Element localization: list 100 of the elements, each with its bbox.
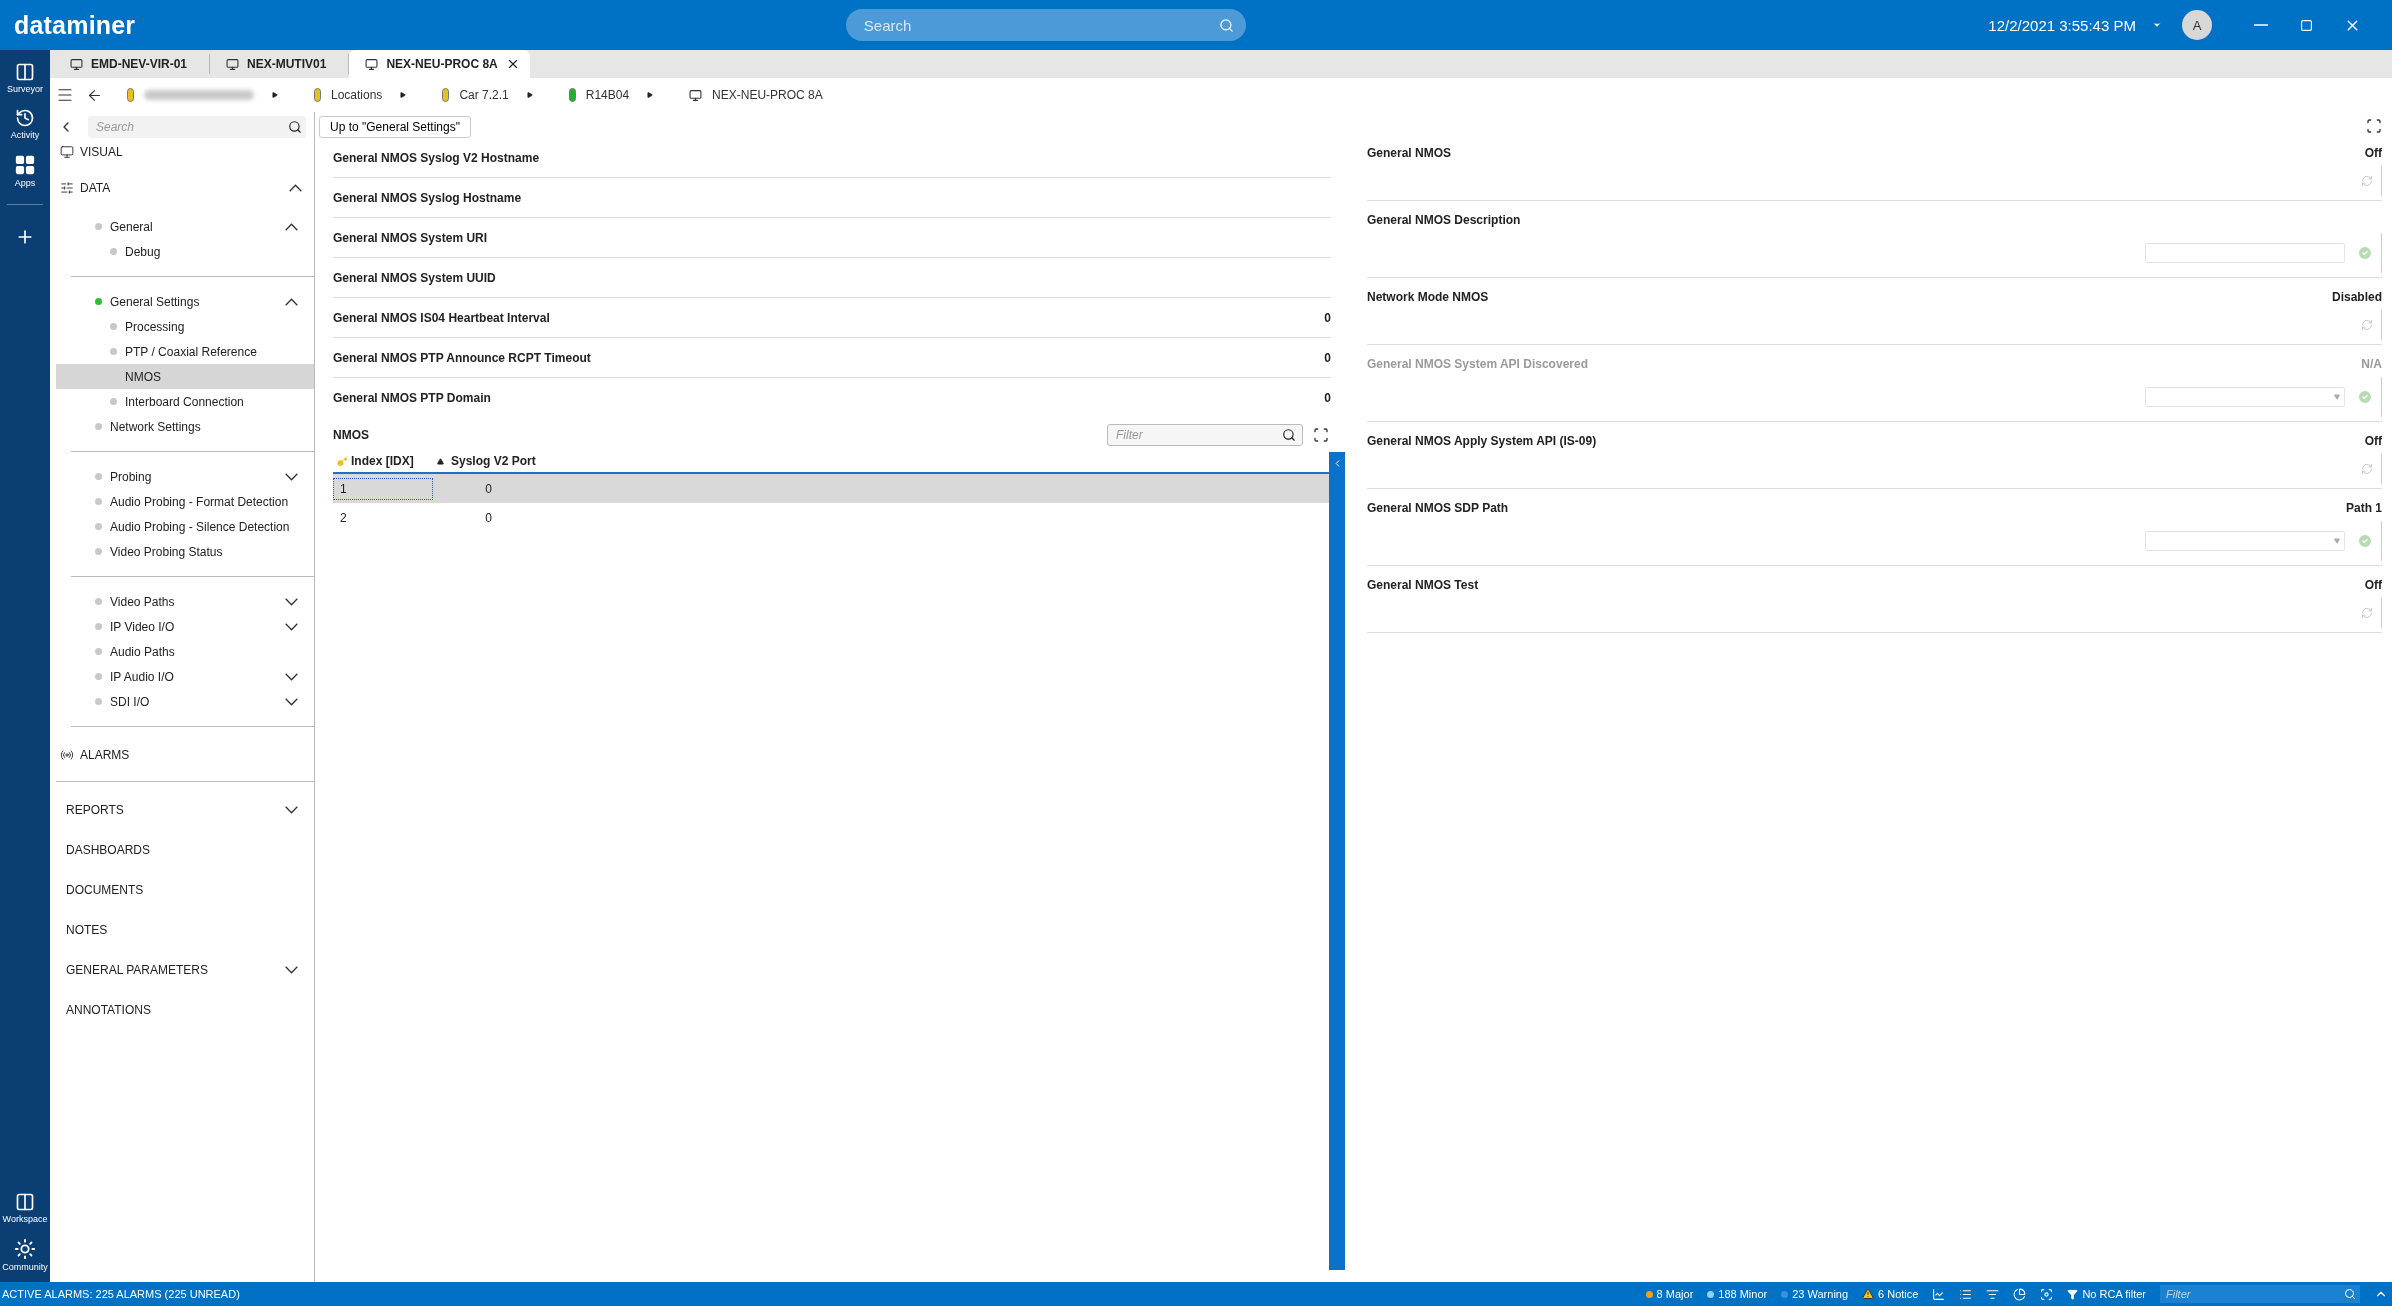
search-icon [2344, 1288, 2356, 1300]
user-avatar[interactable]: A [2182, 10, 2212, 40]
setting-value: Off [2364, 146, 2382, 160]
table-title: NMOS [333, 428, 369, 442]
tree-item[interactable]: Network Settings [71, 414, 314, 439]
param-value: 0 [1324, 391, 1331, 405]
rail-button[interactable]: Surveyor [7, 58, 43, 98]
nav-item[interactable]: DASHBOARDS [56, 830, 314, 870]
nav-item[interactable]: DOCUMENTS [56, 870, 314, 910]
chevron-down-icon [285, 697, 298, 706]
alarm-count[interactable]: 8 Major [1645, 1288, 1694, 1300]
breadcrumb-item[interactable]: NEX-NEU-PROC 8A [683, 88, 829, 102]
list-icon[interactable] [1959, 1287, 1973, 1301]
setting-value: Off [2364, 434, 2382, 448]
tree-item[interactable]: SDI I/O [71, 689, 314, 714]
nav-item[interactable]: ANNOTATIONS [56, 990, 314, 1030]
dropdown-field[interactable] [2145, 387, 2345, 407]
caret-icon [400, 92, 407, 98]
tree-item[interactable]: PTP / Coaxial Reference [56, 339, 314, 364]
history-icon [15, 108, 35, 128]
table-row[interactable]: 2 0 [333, 503, 1329, 532]
nav-item[interactable]: GENERAL PARAMETERS [56, 950, 314, 990]
param-label: General NMOS Syslog V2 Hostname [333, 150, 540, 165]
setting-value: Path 1 [2346, 501, 2382, 515]
nav-item[interactable]: ALARMS [56, 741, 314, 769]
column-header[interactable]: Index [IDX] [333, 454, 433, 468]
maximize-icon [2300, 18, 2314, 32]
tree-item[interactable]: General Settings [71, 289, 314, 314]
check-icon[interactable] [2357, 533, 2373, 549]
nav-item[interactable]: NOTES [56, 910, 314, 950]
active-alarms-label[interactable]: ACTIVE ALARMS: 225 ALARMS (225 UNREAD) [2, 1288, 240, 1300]
menu-button[interactable] [56, 86, 74, 104]
tree-item[interactable]: Video Probing Status [71, 539, 314, 564]
filter-field[interactable]: Filter [1107, 424, 1303, 446]
rail-button[interactable]: Apps [14, 150, 36, 192]
caret-icon [2334, 538, 2340, 544]
table-row[interactable]: 1 0 [333, 474, 1329, 503]
tree-item[interactable]: NMOS [56, 364, 314, 389]
alarm-count[interactable]: 188 Minor [1707, 1288, 1768, 1300]
tree-item[interactable]: Processing [56, 314, 314, 339]
search-icon [288, 120, 302, 134]
check-icon[interactable] [2357, 389, 2373, 405]
nav-item[interactable]: REPORTS [56, 790, 314, 830]
filter-input[interactable]: Filter [2164, 1287, 2344, 1301]
fullscreen-button[interactable] [2366, 118, 2382, 134]
pie-chart-icon[interactable] [2013, 1287, 2027, 1301]
text-field[interactable] [2145, 243, 2345, 263]
chevron-up-icon [289, 184, 302, 192]
tree-item[interactable]: Probing [71, 464, 314, 489]
check-icon[interactable] [2357, 245, 2373, 261]
setting-label: General NMOS Apply System API (IS-09) [1367, 434, 1597, 448]
breadcrumb-item[interactable]: R14B04 [562, 88, 636, 102]
caret-icon[interactable] [2152, 20, 2162, 30]
filter-input[interactable]: Filter [1114, 425, 1282, 445]
tree-item[interactable]: Video Paths [71, 589, 314, 614]
menu-icon [56, 86, 74, 104]
tree-item[interactable]: Interboard Connection [56, 389, 314, 414]
rail-button[interactable]: Workspace [2, 1188, 48, 1228]
collapse-panel-handle[interactable] [1329, 452, 1345, 1270]
search-icon [1218, 17, 1234, 33]
nav-item[interactable]: VISUAL [56, 138, 314, 166]
tree-item[interactable]: General [71, 214, 314, 239]
panels-icon [15, 1192, 35, 1212]
param-value: 0 [1324, 310, 1331, 325]
tree-item[interactable]: Audio Probing - Silence Detection [71, 514, 314, 539]
up-button[interactable]: Up to "General Settings" [319, 116, 471, 138]
dropdown-field[interactable] [2145, 531, 2345, 551]
rca-filter[interactable]: No RCA filter [2067, 1288, 2146, 1300]
table-cell-text: 0 [484, 480, 493, 498]
chevron-down-icon [285, 597, 298, 606]
tree-item[interactable]: Audio Paths [71, 639, 314, 664]
app-logo: dataminer [14, 10, 136, 40]
fullscreen-button[interactable] [1313, 427, 1329, 443]
sort-icon[interactable] [1986, 1287, 2000, 1301]
focus-icon[interactable] [2040, 1287, 2054, 1301]
chevron-up-icon [285, 297, 298, 306]
table-cell-text: 2 [339, 509, 348, 527]
chevron-down-icon [285, 806, 298, 814]
tree-item[interactable]: Audio Probing - Format Detection [71, 489, 314, 514]
element-tab[interactable]: EMD-NEV-VIR-01 [54, 54, 211, 74]
filter-field[interactable]: Filter [2160, 1285, 2360, 1303]
column-header[interactable]: Syslog V2 Port [433, 454, 543, 468]
alarm-count[interactable]: 6 Notice [1862, 1288, 1919, 1300]
chart-icon[interactable] [1932, 1287, 1946, 1301]
param-label: General NMOS System UUID [333, 270, 496, 285]
element-tab[interactable]: NEX-NEU-PROC 8A [349, 50, 530, 78]
tree-item[interactable]: Debug [56, 239, 314, 264]
table-cell: 1 [333, 477, 433, 500]
breadcrumb-item[interactable]: Locations [308, 88, 389, 102]
rail-button[interactable]: Activity [10, 104, 40, 144]
breadcrumb-item[interactable]: Car 7.2.1 [436, 88, 515, 102]
setting-label: General NMOS System API Discovered [1367, 357, 1588, 371]
param-label: General NMOS System URI [333, 230, 488, 245]
nav-item[interactable]: DATA [56, 174, 314, 202]
rail-button[interactable]: Community [2, 1234, 48, 1276]
tree-item[interactable]: IP Audio I/O [71, 664, 314, 689]
setting-value: Disabled [2332, 290, 2382, 304]
tree-item[interactable]: IP Video I/O [71, 614, 314, 639]
alarm-count[interactable]: 23 Warning [1781, 1288, 1849, 1300]
chevron-down-icon [285, 472, 298, 481]
